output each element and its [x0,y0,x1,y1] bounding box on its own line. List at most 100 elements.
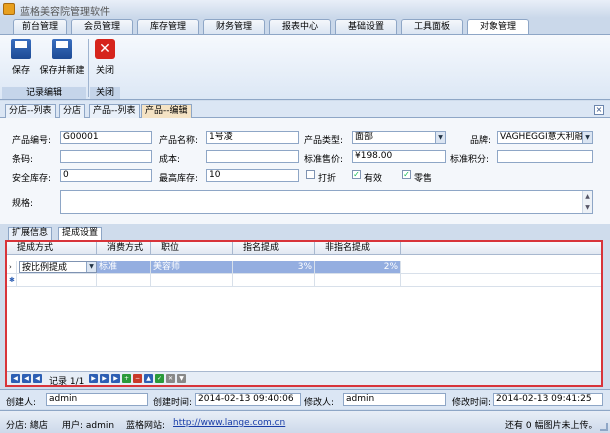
col-commission-method[interactable]: 提成方式 [7,242,97,255]
product-code-field[interactable]: G00001 [60,131,152,144]
product-name-field[interactable]: 1号凌 [206,131,299,144]
retail-checkbox[interactable]: ✓ [402,170,411,179]
filter-icon[interactable]: ▼ [177,374,186,383]
empty-cell[interactable] [151,274,233,286]
audit-bar: 创建人: admin 创建时间: 2014-02-13 09:40:06 修改人… [0,389,610,409]
title-bar: 蓝格美容院管理软件 [0,0,610,18]
points-label: 标准积分: [450,155,490,165]
empty-cell[interactable] [315,274,401,286]
empty-cell[interactable] [97,274,151,286]
save-new-icon [52,39,72,59]
last-record-icon[interactable]: ▶ [111,374,120,383]
tab-base-settings[interactable]: 基础设置 [335,19,397,34]
next-page-icon[interactable]: ▶ [100,374,109,383]
grid-header: 提成方式 消费方式 职位 指名提成 非指名提成 [7,242,601,255]
doctab-product-list[interactable]: 产品--列表 [89,104,140,118]
grid-navigator: ◀ ◀ ◀ 记录 1/1 ▶ ▶ ▶ + − ▲ ✓ ✕ ▼ [7,371,601,387]
price-label: 标准售价: [304,155,344,165]
save-button[interactable]: 保存 [8,39,34,76]
max-stock-field[interactable]: 10 [206,169,299,182]
created-time-field: 2014-02-13 09:40:06 [195,393,301,406]
add-record-icon[interactable]: + [122,374,131,383]
consume-method-cell[interactable]: 标准 [97,261,151,273]
close-button[interactable]: ✕ 关闭 [92,39,118,76]
group-label-close: 关闭 [90,87,120,99]
tab-extended-info[interactable]: 扩展信息 [8,227,53,240]
website-link[interactable]: http://www.lange.com.cn [173,418,285,428]
commission-grid: 提成方式 消费方式 职位 指名提成 非指名提成 › 按比例提成 ▼ 标准 美容师… [5,240,603,387]
group-label-edit: 记录编辑 [2,87,86,99]
valid-checkbox[interactable]: ✓ [352,170,361,179]
spec-scrollbar[interactable]: ▲ ▼ [582,191,592,213]
price-field[interactable]: ¥198.00 [352,150,446,163]
barcode-field[interactable] [60,150,152,163]
valid-label: 有效 [364,174,383,184]
status-user: 用户: admin [62,421,115,431]
product-type-select[interactable]: 面部 ▼ [352,131,446,144]
position-cell[interactable]: 美容师 [151,261,233,273]
discount-checkbox[interactable] [306,170,315,179]
chevron-down-icon[interactable]: ▼ [582,132,592,143]
brand-select[interactable]: VAGHEGGI意大利融汇 ▼ [497,131,593,144]
col-named-commission[interactable]: 指名提成 [233,242,315,255]
modified-time-label: 修改时间: [452,398,492,408]
close-tab-icon[interactable]: × [594,105,604,115]
empty-cell[interactable] [233,274,315,286]
cost-field[interactable] [206,150,299,163]
new-row[interactable]: ✱ [7,274,601,287]
tab-tools[interactable]: 工具面板 [401,19,463,34]
prev-page-icon[interactable]: ◀ [22,374,31,383]
next-record-icon[interactable]: ▶ [89,374,98,383]
tab-object-management[interactable]: 对象管理 [467,19,529,34]
ribbon-toolbar: 保存 保存并新建 ✕ 关闭 记录编辑 关闭 [0,34,610,100]
commission-method-select[interactable]: 按比例提成 ▼ [19,261,97,273]
doctab-product-edit[interactable]: 产品--编辑 [141,104,192,118]
spec-label: 规格: [12,199,34,209]
safe-stock-field[interactable]: 0 [60,169,152,182]
unnamed-commission-cell[interactable]: 2% [315,261,401,273]
cancel-icon[interactable]: ✕ [166,374,175,383]
tab-finance[interactable]: 财务管理 [203,19,265,34]
safe-stock-label: 安全库存: [12,174,52,184]
resize-grip-icon[interactable] [600,423,608,431]
retail-label: 零售 [414,174,433,184]
edit-record-icon[interactable]: ▲ [144,374,153,383]
spec-textarea[interactable] [60,190,593,214]
chevron-down-icon[interactable]: ▼ [86,262,96,272]
document-tabs: 分店--列表 分店 产品--列表 产品--编辑 × [0,101,610,118]
confirm-icon[interactable]: ✓ [155,374,164,383]
prev-record-icon[interactable]: ◀ [33,374,42,383]
new-row-icon: ✱ [7,274,17,286]
tab-front-desk[interactable]: 前台管理 [13,19,67,34]
first-record-icon[interactable]: ◀ [11,374,20,383]
col-unnamed-commission[interactable]: 非指名提成 [315,242,401,255]
table-row[interactable]: › 按比例提成 ▼ 标准 美容师 3% 2% [7,261,601,274]
save-and-new-button[interactable]: 保存并新建 [38,39,86,76]
tab-inventory[interactable]: 库存管理 [137,19,199,34]
brand-label: 品牌: [470,136,492,146]
modified-time-field: 2014-02-13 09:41:25 [493,393,603,406]
doctab-branch[interactable]: 分店 [59,104,86,118]
tab-commission-settings[interactable]: 提成设置 [58,227,103,240]
tab-reports[interactable]: 报表中心 [269,19,331,34]
points-field[interactable] [497,150,593,163]
close-icon: ✕ [95,39,115,59]
col-position[interactable]: 职位 [151,242,233,255]
creator-field: admin [46,393,148,406]
product-type-label: 产品类型: [304,136,344,146]
empty-cell[interactable] [19,274,97,286]
save-icon [11,39,31,59]
main-menu-tabs: 前台管理 会员管理 库存管理 财务管理 报表中心 基础设置 工具面板 对象管理 [0,18,610,34]
ribbon-separator [88,39,89,97]
modifier-label: 修改人: [304,398,335,408]
delete-record-icon[interactable]: − [133,374,142,383]
col-consume-method[interactable]: 消费方式 [97,242,151,255]
doctab-branch-list[interactable]: 分店--列表 [5,104,56,118]
upload-status: 还有 0 幅图片未上传。 [505,421,598,431]
chevron-down-icon[interactable]: ▼ [435,132,445,143]
named-commission-cell[interactable]: 3% [233,261,315,273]
product-name-label: 产品名称: [159,136,199,146]
app-icon [3,3,15,15]
status-branch: 分店: 總店 [6,421,48,431]
tab-members[interactable]: 会员管理 [71,19,133,34]
